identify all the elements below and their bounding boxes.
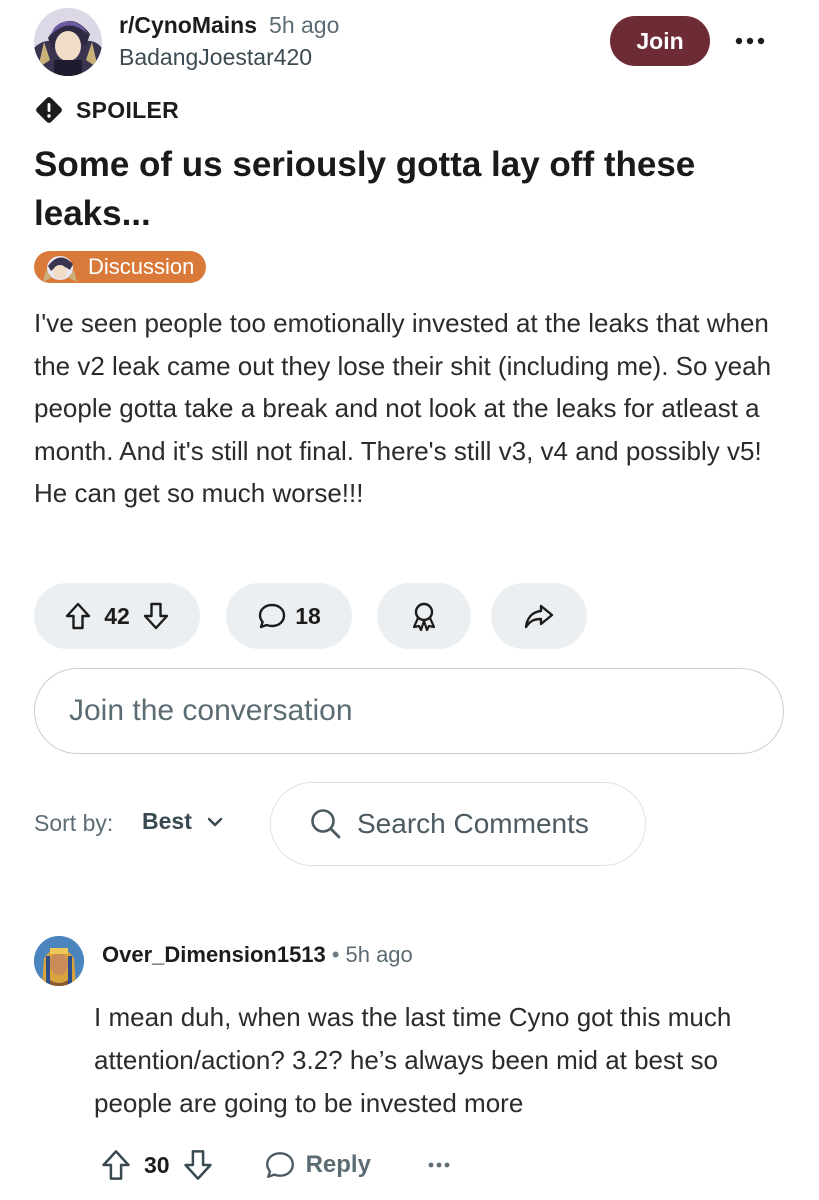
- downvote-icon[interactable]: [182, 1148, 214, 1182]
- share-button[interactable]: [491, 583, 587, 649]
- share-arrow-icon: [523, 601, 555, 631]
- reply-button[interactable]: Reply: [264, 1149, 371, 1181]
- reply-label: Reply: [305, 1151, 371, 1178]
- post-header: r/CynoMains 5h ago BadangJoestar420 Join: [34, 4, 784, 80]
- award-button[interactable]: [377, 583, 471, 649]
- comment-vote-control: 30: [100, 1148, 214, 1182]
- comments-button[interactable]: 18: [226, 583, 352, 649]
- join-button[interactable]: Join: [610, 16, 710, 66]
- flair-emoji-icon: [40, 252, 80, 282]
- reply-bubble-icon: [264, 1149, 296, 1181]
- search-icon: [309, 807, 343, 841]
- sort-value: Best: [142, 808, 192, 834]
- post-title[interactable]: Some of us seriously gotta lay off these…: [34, 140, 764, 238]
- post-author[interactable]: BadangJoestar420: [119, 42, 339, 72]
- subreddit-avatar[interactable]: [34, 8, 102, 76]
- comment-actions: 30 Reply: [100, 1142, 451, 1188]
- subreddit-name[interactable]: r/CynoMains: [119, 12, 257, 38]
- sort-dropdown[interactable]: Best: [142, 808, 224, 835]
- downvote-icon[interactable]: [142, 601, 170, 631]
- comment-username[interactable]: Over_Dimension1513: [102, 942, 326, 967]
- award-icon: [408, 600, 440, 632]
- separator-dot: •: [331, 942, 340, 967]
- sort-label: Sort by:: [34, 810, 114, 836]
- post-time: 5h ago: [269, 12, 340, 38]
- spoiler-tag: SPOILER: [34, 94, 179, 126]
- upvote-icon[interactable]: [64, 601, 92, 631]
- comment-upvote-count: 30: [144, 1151, 170, 1178]
- post-meta: r/CynoMains 5h ago BadangJoestar420: [119, 10, 339, 72]
- post-body: I've seen people too emotionally investe…: [34, 308, 772, 509]
- spoiler-label: SPOILER: [76, 96, 180, 123]
- chevron-down-icon: [207, 817, 223, 826]
- join-conversation-input[interactable]: [34, 668, 784, 754]
- upvote-count: 42: [104, 602, 130, 629]
- comment-meta: Over_Dimension1513 • 5h ago: [102, 942, 413, 968]
- vote-control: 42: [34, 583, 200, 649]
- comment-more-icon[interactable]: [427, 1161, 451, 1169]
- commenter-avatar[interactable]: [34, 936, 84, 986]
- comment-text: I mean duh, when was the last time Cyno …: [94, 1002, 732, 1118]
- sort-toolbar: Sort by: Best Search Comments: [34, 782, 654, 866]
- comment-bubble-icon: [257, 601, 287, 631]
- upvote-icon[interactable]: [100, 1148, 132, 1182]
- spoiler-warning-icon: [34, 95, 64, 125]
- comment-count: 18: [295, 602, 321, 629]
- comment-time: 5h ago: [345, 942, 413, 967]
- search-comments-label: Search Comments: [357, 808, 589, 839]
- flair-label: Discussion: [88, 254, 195, 279]
- more-options-icon[interactable]: [730, 24, 770, 58]
- post-flair[interactable]: Discussion: [34, 251, 207, 283]
- search-comments-button[interactable]: Search Comments: [270, 782, 646, 866]
